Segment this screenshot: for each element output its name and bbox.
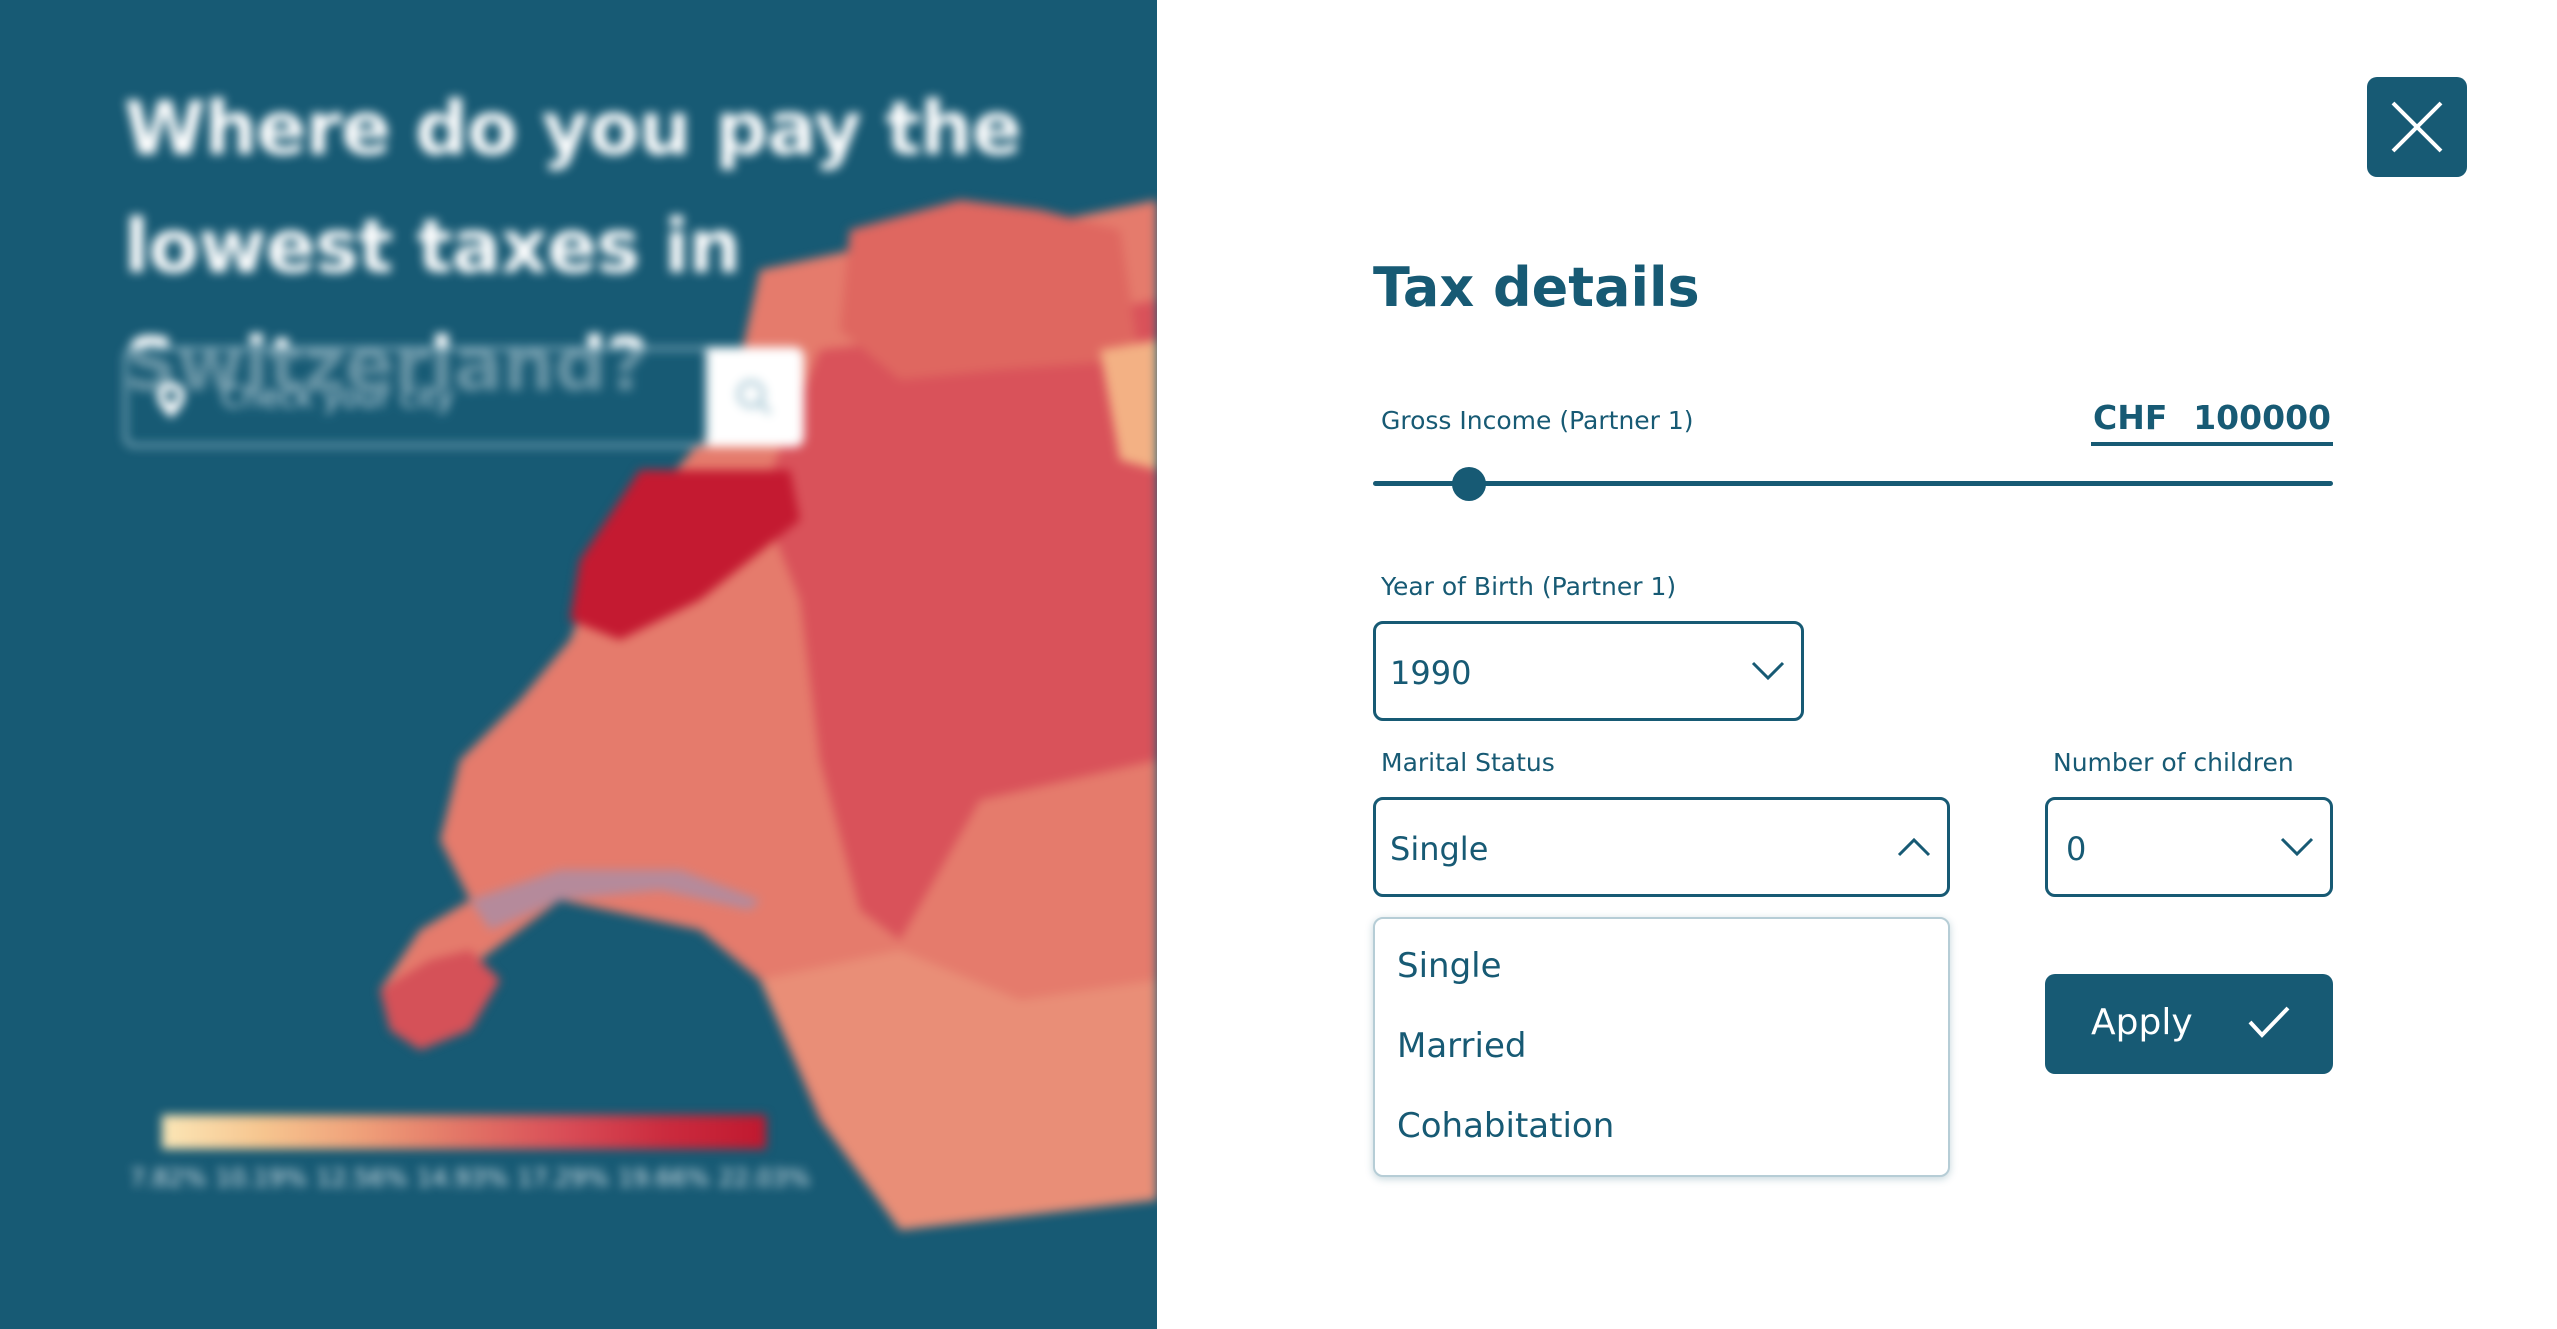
close-icon	[2391, 101, 2443, 153]
marital-status-select[interactable]: Single	[1373, 797, 1950, 897]
map-background: Where do you pay the lowest taxes in Swi…	[0, 0, 1157, 1329]
option-married[interactable]: Married	[1397, 1026, 1526, 1066]
legend-label: 17.29%	[517, 1164, 609, 1192]
map-region-south	[760, 950, 1157, 1230]
legend-label: 7.82%	[130, 1164, 207, 1192]
chevron-down-icon	[2280, 837, 2314, 857]
children-value: 0	[2066, 830, 2087, 868]
city-search-button[interactable]	[706, 347, 804, 447]
children-label: Number of children	[2053, 748, 2294, 777]
gross-income-label: Gross Income (Partner 1)	[1381, 406, 1694, 435]
check-icon	[2248, 1006, 2290, 1038]
map-pin-icon	[157, 382, 185, 418]
tax-legend-labels: 7.82% 10.19% 12.56% 14.93% 17.29% 19.66%…	[130, 1164, 810, 1192]
city-search-placeholder[interactable]: Check your city	[221, 380, 454, 415]
option-cohabitation[interactable]: Cohabitation	[1397, 1106, 1614, 1146]
income-value[interactable]: 100000	[2193, 398, 2331, 437]
income-slider-track[interactable]	[1373, 481, 2333, 486]
legend-label: 19.66%	[617, 1164, 710, 1192]
search-icon	[737, 380, 772, 415]
tax-legend-bar	[162, 1115, 766, 1149]
marital-status-value: Single	[1390, 830, 1489, 868]
apply-label: Apply	[2091, 1002, 2193, 1043]
chevron-down-icon	[1751, 661, 1785, 681]
panel-title: Tax details	[1373, 256, 1700, 319]
birth-year-label: Year of Birth (Partner 1)	[1381, 572, 1677, 601]
currency-code: CHF	[2093, 398, 2168, 437]
option-single[interactable]: Single	[1397, 946, 1502, 986]
marital-status-dropdown: Single Married Cohabitation	[1373, 917, 1950, 1177]
legend-label: 12.56%	[315, 1164, 408, 1192]
income-slider-handle[interactable]	[1452, 467, 1486, 501]
legend-label: 14.93%	[416, 1164, 509, 1192]
legend-label: 10.19%	[215, 1164, 307, 1192]
apply-button[interactable]: Apply	[2045, 974, 2333, 1074]
children-select[interactable]: 0	[2045, 797, 2333, 897]
legend-label: 22.03%	[718, 1164, 810, 1192]
city-search-box[interactable]: Check your city	[124, 347, 804, 447]
birth-year-value: 1990	[1390, 654, 1472, 692]
birth-year-select[interactable]: 1990	[1373, 621, 1804, 721]
chevron-up-icon	[1897, 837, 1931, 857]
close-button[interactable]	[2367, 77, 2467, 177]
marital-status-label: Marital Status	[1381, 748, 1555, 777]
income-amount-field[interactable]: CHF 100000	[2091, 396, 2333, 446]
